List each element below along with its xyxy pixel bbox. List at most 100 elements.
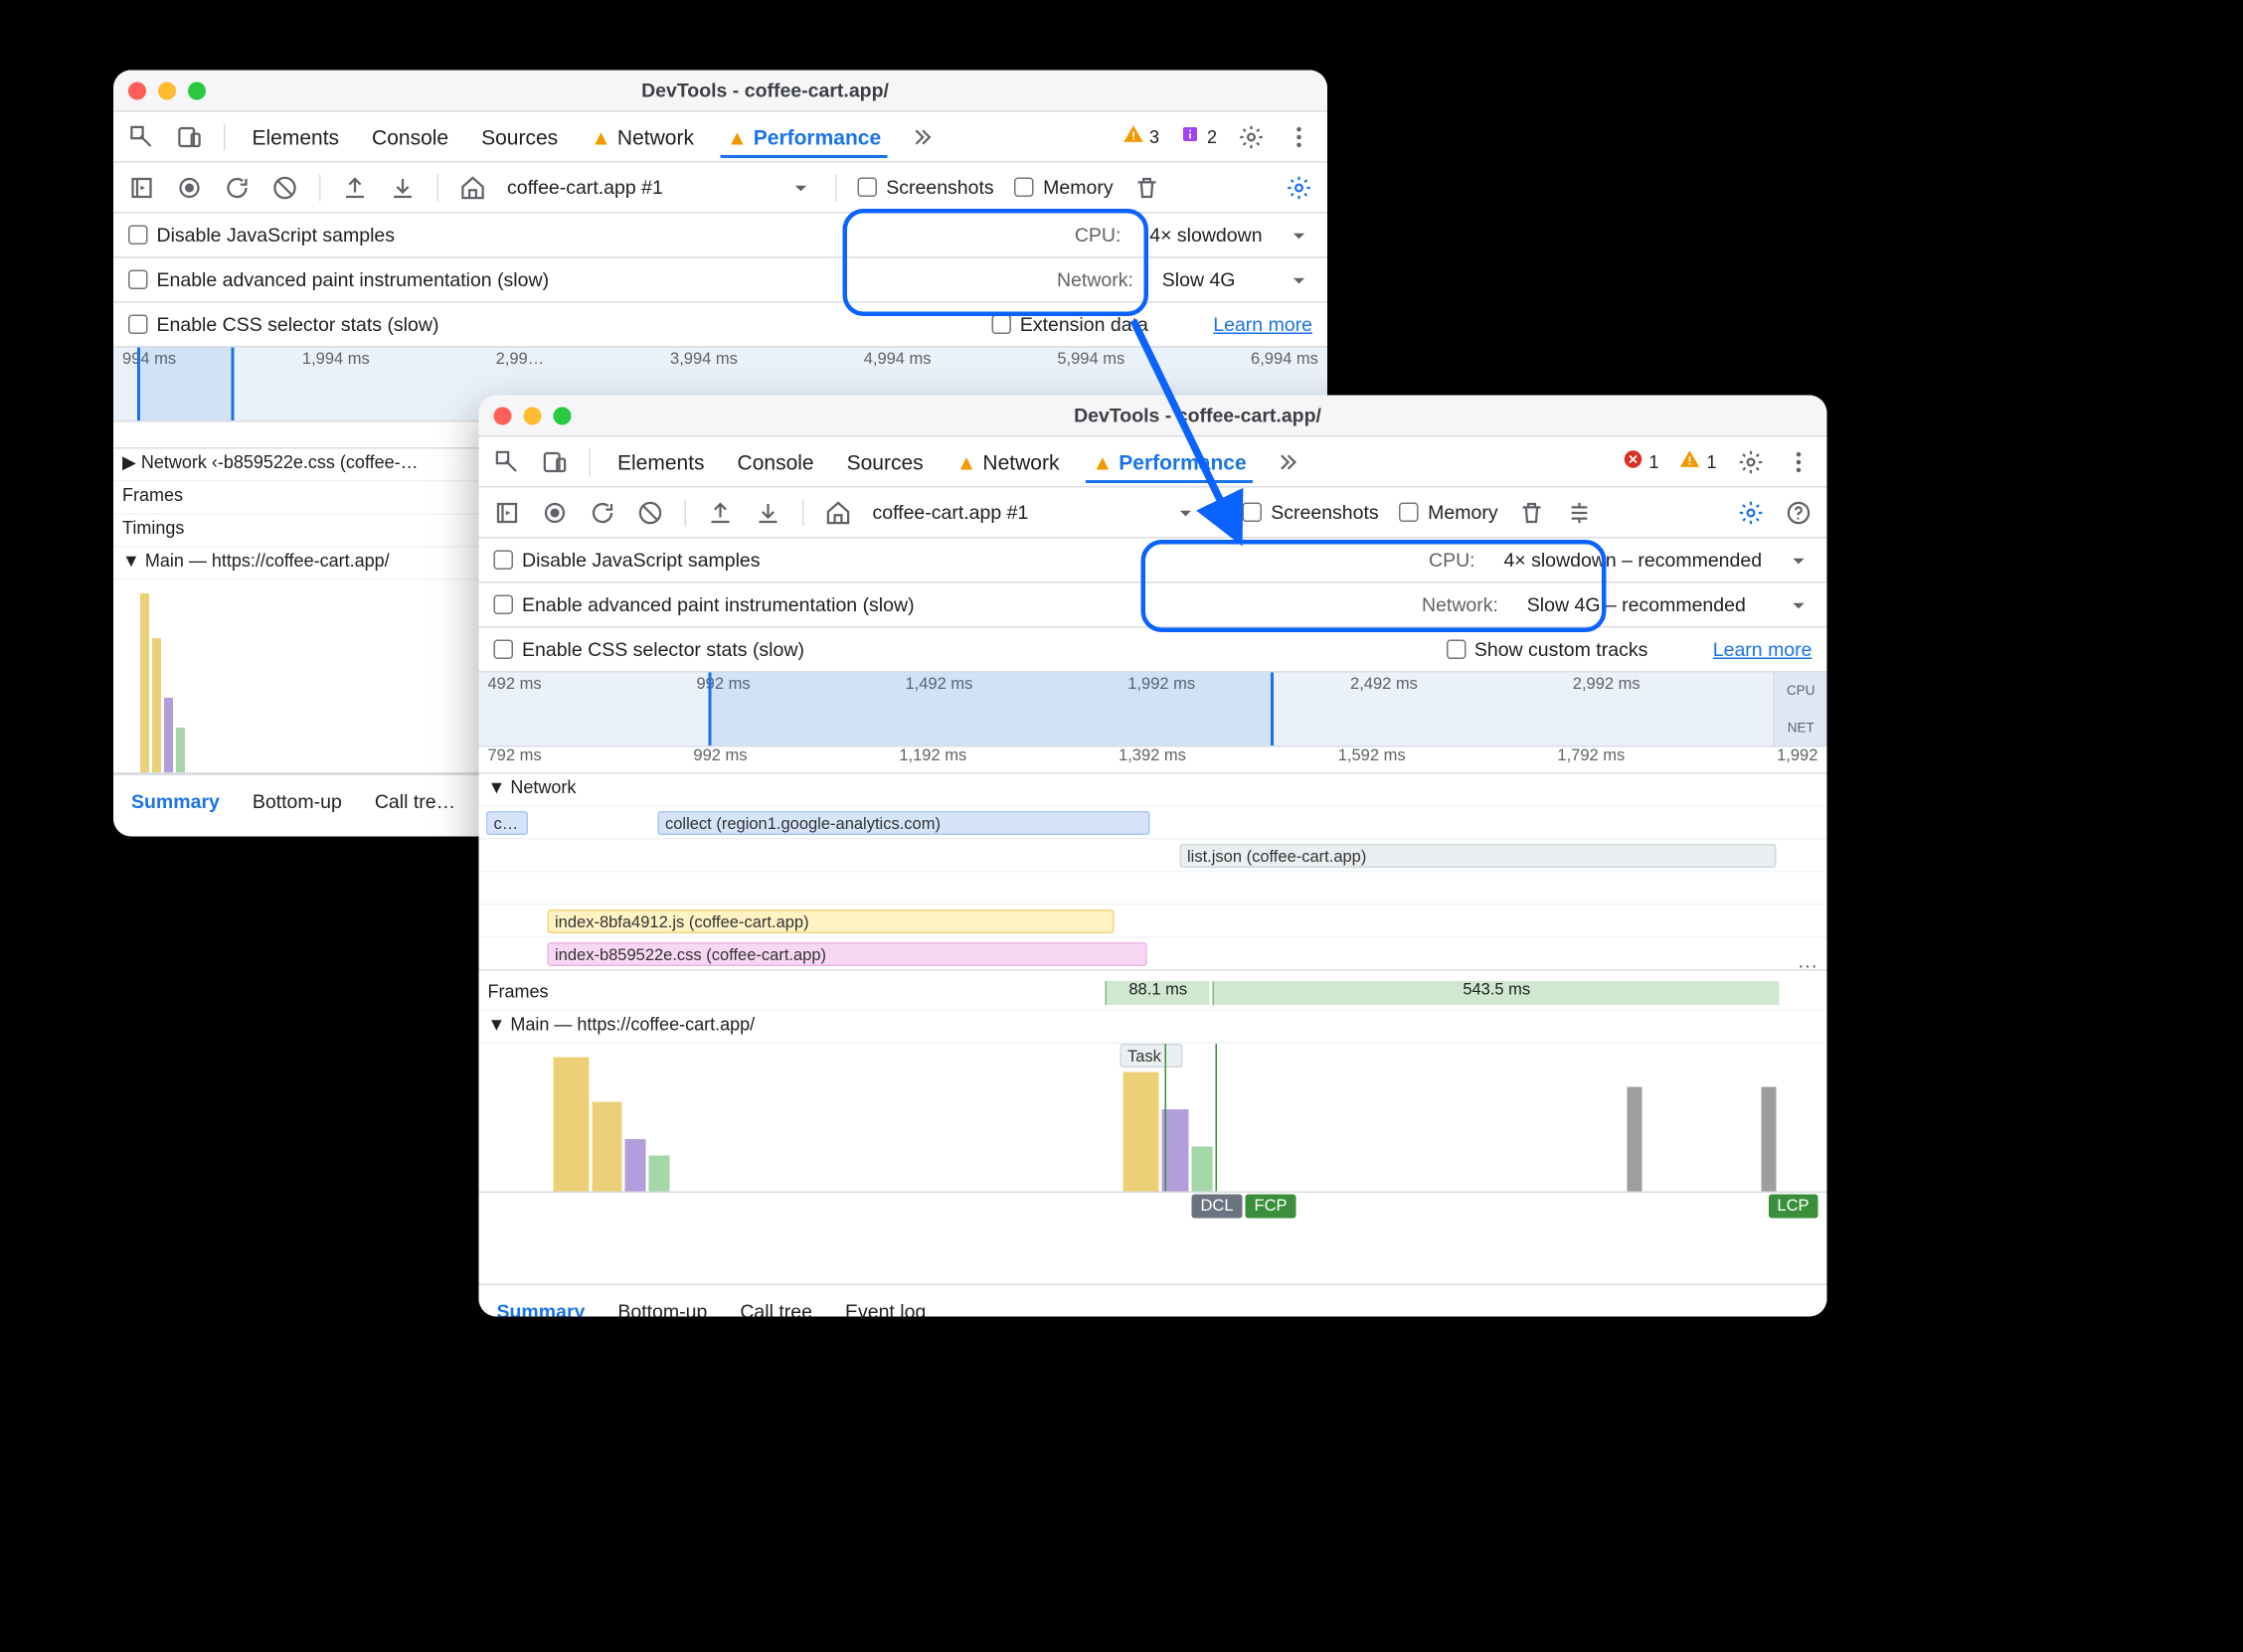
window-title: DevTools - coffee-cart.app/ <box>218 80 1312 102</box>
gc-icon[interactable] <box>1134 174 1161 201</box>
shortcuts-icon[interactable] <box>1567 499 1594 526</box>
toggle-drawer-icon[interactable] <box>494 499 521 526</box>
frame-bar[interactable]: 88.1 ms <box>1106 981 1210 1005</box>
show-custom-tracks-checkbox[interactable]: Show custom tracks <box>1446 638 1647 661</box>
network-bar[interactable]: list.json (coffee-cart.app) <box>1180 844 1777 868</box>
download-icon[interactable] <box>755 499 781 526</box>
settings-gear-icon[interactable] <box>1238 123 1265 150</box>
toggle-drawer-icon[interactable] <box>128 174 155 201</box>
details-tab-calltree[interactable]: Call tre… <box>375 790 455 813</box>
network-track-label[interactable]: ▶ Network ‹-b859522e.css (coffee-… <box>122 452 419 473</box>
paint-instrumentation-checkbox[interactable]: Enable advanced paint instrumentation (s… <box>494 593 915 616</box>
more-indicator: … <box>1798 948 1818 972</box>
cpu-throttle-select[interactable]: CPU: 4× slowdown – recommended <box>1429 547 1812 574</box>
overview-tick: 5,994 ms <box>1057 351 1124 369</box>
learn-more-link[interactable]: Learn more <box>1213 313 1312 336</box>
help-icon[interactable] <box>1786 499 1812 526</box>
device-toolbar-icon[interactable] <box>542 448 569 475</box>
memory-checkbox[interactable]: Memory <box>1015 176 1114 199</box>
upload-icon[interactable] <box>342 174 369 201</box>
network-bar[interactable]: index-b859522e.css (coffee-cart.app) <box>548 942 1147 966</box>
record-icon[interactable] <box>542 499 569 526</box>
network-throttle-select[interactable]: Network: Slow 4G – recommended <box>1422 591 1812 618</box>
paint-instrumentation-checkbox[interactable]: Enable advanced paint instrumentation (s… <box>128 268 549 291</box>
disable-js-samples-checkbox[interactable]: Disable JavaScript samples <box>128 224 395 247</box>
details-tab-calltree[interactable]: Call tree <box>740 1300 812 1317</box>
tab-sources[interactable]: Sources <box>475 115 564 157</box>
capture-select[interactable]: coffee-cart.app #1 <box>873 501 1029 524</box>
tab-console[interactable]: Console <box>366 115 454 157</box>
details-tab-bottomup[interactable]: Bottom-up <box>617 1300 707 1317</box>
network-bar[interactable]: collect (region1.google-analytics.com) <box>658 811 1150 835</box>
settings-gear-icon[interactable] <box>1738 448 1765 475</box>
cpu-throttle-select[interactable]: CPU: 4× slowdown <box>1075 222 1312 248</box>
task-bar[interactable]: Task <box>1121 1044 1183 1068</box>
capture-caret-icon[interactable] <box>787 174 814 201</box>
screenshots-checkbox[interactable]: Screenshots <box>1243 501 1379 524</box>
tab-performance[interactable]: ▲Performance <box>1086 440 1252 482</box>
device-toolbar-icon[interactable] <box>176 123 203 150</box>
learn-more-link[interactable]: Learn more <box>1713 638 1812 661</box>
main-track-label[interactable]: ▼ Main — https://coffee-cart.app/ <box>488 1014 756 1035</box>
close-traffic-light[interactable] <box>494 407 512 424</box>
timings-track-label[interactable]: Timings <box>122 518 184 539</box>
flame-chart-area[interactable]: 792 ms 992 ms 1,192 ms 1,392 ms 1,592 ms… <box>479 747 1827 1284</box>
issues-warn-badge[interactable]: 3 <box>1122 124 1159 150</box>
kebab-menu-icon[interactable] <box>1286 123 1312 150</box>
issues-warn-badge[interactable]: 1 <box>1679 449 1716 475</box>
upload-icon[interactable] <box>707 499 734 526</box>
network-throttle-select[interactable]: Network: Slow 4G <box>1057 266 1312 293</box>
clear-icon[interactable] <box>271 174 298 201</box>
tab-elements[interactable]: Elements <box>611 440 711 482</box>
zoom-traffic-light[interactable] <box>188 82 206 99</box>
minimize-traffic-light[interactable] <box>158 82 176 99</box>
kebab-menu-icon[interactable] <box>1786 448 1812 475</box>
css-selector-stats-checkbox[interactable]: Enable CSS selector stats (slow) <box>128 313 438 336</box>
details-tab-summary[interactable]: Summary <box>497 1300 586 1317</box>
capture-settings-gear-icon[interactable] <box>1286 174 1312 201</box>
frame-bar[interactable]: 543.5 ms <box>1213 981 1780 1005</box>
tab-network[interactable]: ▲Network <box>950 440 1066 482</box>
css-selector-stats-checkbox[interactable]: Enable CSS selector stats (slow) <box>494 638 804 661</box>
reload-record-icon[interactable] <box>224 174 251 201</box>
zoom-traffic-light[interactable] <box>554 407 572 424</box>
capture-caret-icon[interactable] <box>1172 499 1199 526</box>
clear-icon[interactable] <box>637 499 664 526</box>
ruler-tick: 1,192 ms <box>899 747 966 773</box>
inspect-icon[interactable] <box>128 123 155 150</box>
network-bar[interactable]: index-8bfa4912.js (coffee-cart.app) <box>548 909 1115 933</box>
home-icon[interactable] <box>459 174 486 201</box>
gc-icon[interactable] <box>1519 499 1546 526</box>
home-icon[interactable] <box>825 499 852 526</box>
more-tabs-icon[interactable] <box>1274 448 1300 475</box>
memory-checkbox[interactable]: Memory <box>1400 501 1498 524</box>
details-tab-eventlog[interactable]: Event log <box>845 1300 926 1317</box>
disable-js-samples-checkbox[interactable]: Disable JavaScript samples <box>494 549 761 572</box>
download-icon[interactable] <box>390 174 417 201</box>
more-tabs-icon[interactable] <box>908 123 935 150</box>
tab-sources[interactable]: Sources <box>841 440 930 482</box>
overview-timeline[interactable]: 492 ms 992 ms 1,492 ms 1,992 ms 2,492 ms… <box>479 673 1827 747</box>
tab-console[interactable]: Console <box>732 440 820 482</box>
main-flame-chart[interactable]: Task DCLFCP LCP <box>479 1044 1827 1193</box>
close-traffic-light[interactable] <box>128 82 146 99</box>
issues-info-badge[interactable]: 2 <box>1180 124 1217 150</box>
capture-select[interactable]: coffee-cart.app #1 <box>507 176 663 199</box>
frames-track-label[interactable]: Frames <box>122 485 183 506</box>
tab-network[interactable]: ▲Network <box>585 115 700 157</box>
tab-elements[interactable]: Elements <box>247 115 346 157</box>
details-tab-summary[interactable]: Summary <box>131 790 220 813</box>
details-tab-bottomup[interactable]: Bottom-up <box>253 790 342 813</box>
issues-err-badge[interactable]: 1 <box>1622 449 1658 475</box>
inspect-icon[interactable] <box>494 448 521 475</box>
capture-settings-gear-icon[interactable] <box>1738 499 1765 526</box>
extension-data-checkbox[interactable]: Extension data <box>991 313 1148 336</box>
network-track-label[interactable]: ▼ Network <box>488 777 577 798</box>
main-track-label[interactable]: ▼ Main — https://coffee-cart.app/ <box>122 551 390 572</box>
tab-performance[interactable]: ▲Performance <box>721 115 887 157</box>
reload-record-icon[interactable] <box>590 499 616 526</box>
screenshots-checkbox[interactable]: Screenshots <box>858 176 994 199</box>
minimize-traffic-light[interactable] <box>524 407 542 424</box>
record-icon[interactable] <box>176 174 203 201</box>
network-bar[interactable]: co… <box>486 811 528 835</box>
